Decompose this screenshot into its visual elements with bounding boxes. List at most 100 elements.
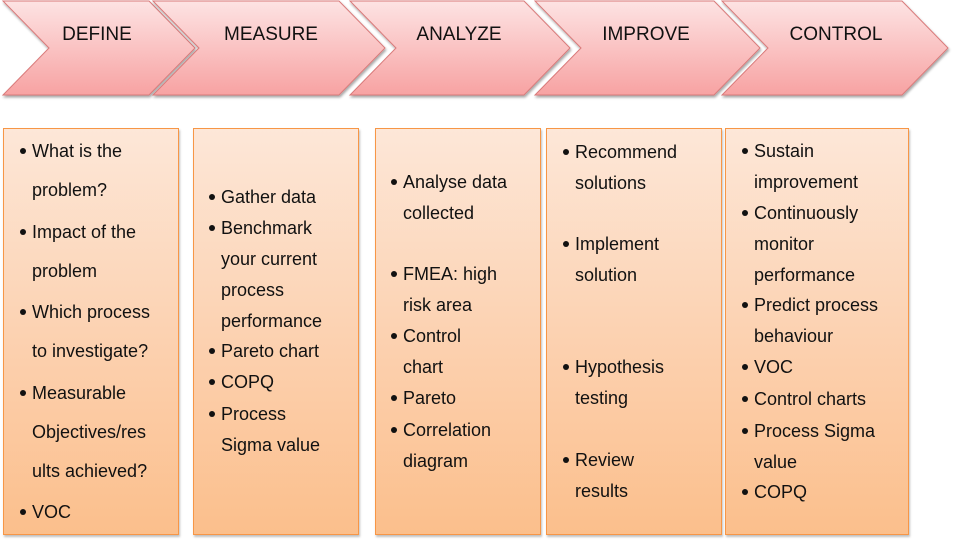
bullet-icon bbox=[742, 302, 748, 308]
bullet-item: Correlation diagram bbox=[391, 419, 492, 481]
bullet-icon bbox=[563, 457, 569, 463]
bullet-icon bbox=[742, 364, 748, 370]
phase-label-measure: MEASURE bbox=[224, 24, 318, 45]
bullet-icon bbox=[563, 149, 569, 155]
bullet-icon bbox=[391, 271, 397, 277]
bullet-item-line: Benchmark bbox=[221, 218, 313, 238]
bullet-item-line: Recommend bbox=[575, 142, 678, 162]
bullet-item-line: your current bbox=[221, 249, 318, 269]
bullet-item-line: Sustain bbox=[754, 141, 815, 161]
bullet-item-line: risk area bbox=[403, 295, 473, 315]
bullet-item-line: Continuously bbox=[754, 203, 859, 223]
bullet-icon bbox=[209, 194, 215, 200]
bullet-item: Sustain improvement bbox=[742, 140, 859, 202]
bullet-item: Predict process behaviour bbox=[742, 294, 879, 356]
bullet-item-line: Sigma value bbox=[221, 435, 321, 455]
bullet-item: Gather data bbox=[209, 186, 317, 217]
bullet-item: Which process to investigate? bbox=[20, 301, 151, 379]
bullet-item-line: COPQ bbox=[754, 482, 808, 502]
bullet-item-line: results bbox=[575, 481, 629, 501]
bullet-item-line: collected bbox=[403, 203, 475, 223]
bullet-item-line: Implement bbox=[575, 234, 660, 254]
bullet-item-line: problem bbox=[32, 261, 98, 281]
bullet-item-line: FMEA: high bbox=[403, 264, 498, 284]
bullet-item: FMEA: high risk area bbox=[391, 263, 498, 325]
bullet-item-line: Review bbox=[575, 450, 635, 470]
bullet-item: Process Sigma value bbox=[742, 420, 876, 482]
bullet-item-line: improvement bbox=[754, 172, 859, 192]
bullet-icon bbox=[563, 241, 569, 247]
bullet-item-line: Measurable bbox=[32, 383, 127, 403]
bullet-item-line: What is the bbox=[32, 141, 123, 161]
bullet-item-line: Correlation bbox=[403, 420, 492, 440]
bullet-item-line: solutions bbox=[575, 173, 647, 193]
bullet-item: Benchmark your current process performance bbox=[209, 217, 323, 341]
bullet-item-line: Process bbox=[221, 404, 287, 424]
dmaic-chevron-row bbox=[1, 0, 949, 96]
bullet-item: Continuously monitor performance bbox=[742, 202, 859, 295]
bullet-item-line: ults achieved? bbox=[32, 461, 148, 481]
bullet-item: What is the problem? bbox=[20, 140, 123, 218]
bullet-item: COPQ bbox=[209, 371, 275, 402]
bullet-item-line: value bbox=[754, 452, 798, 472]
bullet-icon bbox=[563, 364, 569, 370]
bullet-item-line: COPQ bbox=[221, 372, 275, 392]
bullet-item-line: Gather data bbox=[221, 187, 317, 207]
bullet-icon bbox=[20, 309, 26, 315]
bullet-icon bbox=[742, 428, 748, 434]
bullet-item: Impact of the problem bbox=[20, 221, 137, 299]
bullet-icon bbox=[391, 333, 397, 339]
bullet-icon bbox=[209, 348, 215, 354]
bullet-icon bbox=[20, 229, 26, 235]
phase-label-define: DEFINE bbox=[62, 24, 132, 45]
phase-label-control: CONTROL bbox=[789, 24, 883, 45]
phase-label-improve: IMPROVE bbox=[602, 24, 690, 45]
bullet-item: VOC bbox=[20, 501, 71, 540]
bullet-icon bbox=[209, 225, 215, 231]
bullet-item-line: Hypothesis bbox=[575, 357, 665, 377]
bullet-item-line: Pareto chart bbox=[221, 341, 320, 361]
bullet-item: Pareto chart bbox=[209, 340, 320, 371]
bullet-item-line: Pareto bbox=[403, 388, 457, 408]
bullet-icon bbox=[391, 179, 397, 185]
bullet-item-line: performance bbox=[221, 311, 323, 331]
bullet-item-line: to investigate? bbox=[32, 341, 149, 361]
bullet-item-line: monitor bbox=[754, 234, 815, 254]
bullet-item: Analyse data collected bbox=[391, 171, 508, 233]
bullet-item-line: chart bbox=[403, 357, 444, 377]
bullet-item-line: process bbox=[221, 280, 285, 300]
bullet-item-line: Control charts bbox=[754, 389, 867, 409]
bullet-item-line: Process Sigma bbox=[754, 421, 876, 441]
bullet-item: Hypothesis testing bbox=[563, 356, 665, 418]
bullet-item-line: behaviour bbox=[754, 326, 834, 346]
bullet-item-line: VOC bbox=[754, 357, 794, 377]
bullet-icon bbox=[20, 148, 26, 154]
bullet-item-line: Which process bbox=[32, 302, 151, 322]
bullet-item-line: Objectives/res bbox=[32, 422, 147, 442]
bullet-icon bbox=[742, 396, 748, 402]
bullet-item: Review results bbox=[563, 449, 635, 511]
bullet-item: Control chart bbox=[391, 325, 462, 387]
bullet-item: Recommend solutions bbox=[563, 141, 678, 203]
bullet-item-line: diagram bbox=[403, 451, 469, 471]
bullet-icon bbox=[209, 411, 215, 417]
bullet-item-line: testing bbox=[575, 388, 629, 408]
bullet-item-line: Analyse data bbox=[403, 172, 508, 192]
bullet-item: Process Sigma value bbox=[209, 403, 321, 465]
bullet-item-line: Impact of the bbox=[32, 222, 137, 242]
bullet-item-line: Predict process bbox=[754, 295, 879, 315]
bullet-item: Pareto bbox=[391, 387, 457, 418]
bullet-item-line: solution bbox=[575, 265, 638, 285]
bullet-item: VOC bbox=[742, 356, 794, 387]
bullet-item: COPQ bbox=[742, 481, 808, 512]
bullet-item-line: Control bbox=[403, 326, 462, 346]
bullet-icon bbox=[20, 390, 26, 396]
bullet-icon bbox=[209, 379, 215, 385]
bullet-icon bbox=[391, 427, 397, 433]
bullet-item-line: problem? bbox=[32, 180, 108, 200]
bullet-icon bbox=[20, 509, 26, 515]
bullet-item: Control charts bbox=[742, 388, 867, 419]
bullet-icon bbox=[742, 210, 748, 216]
bullet-item-line: performance bbox=[754, 265, 856, 285]
phase-label-analyze: ANALYZE bbox=[416, 24, 502, 45]
